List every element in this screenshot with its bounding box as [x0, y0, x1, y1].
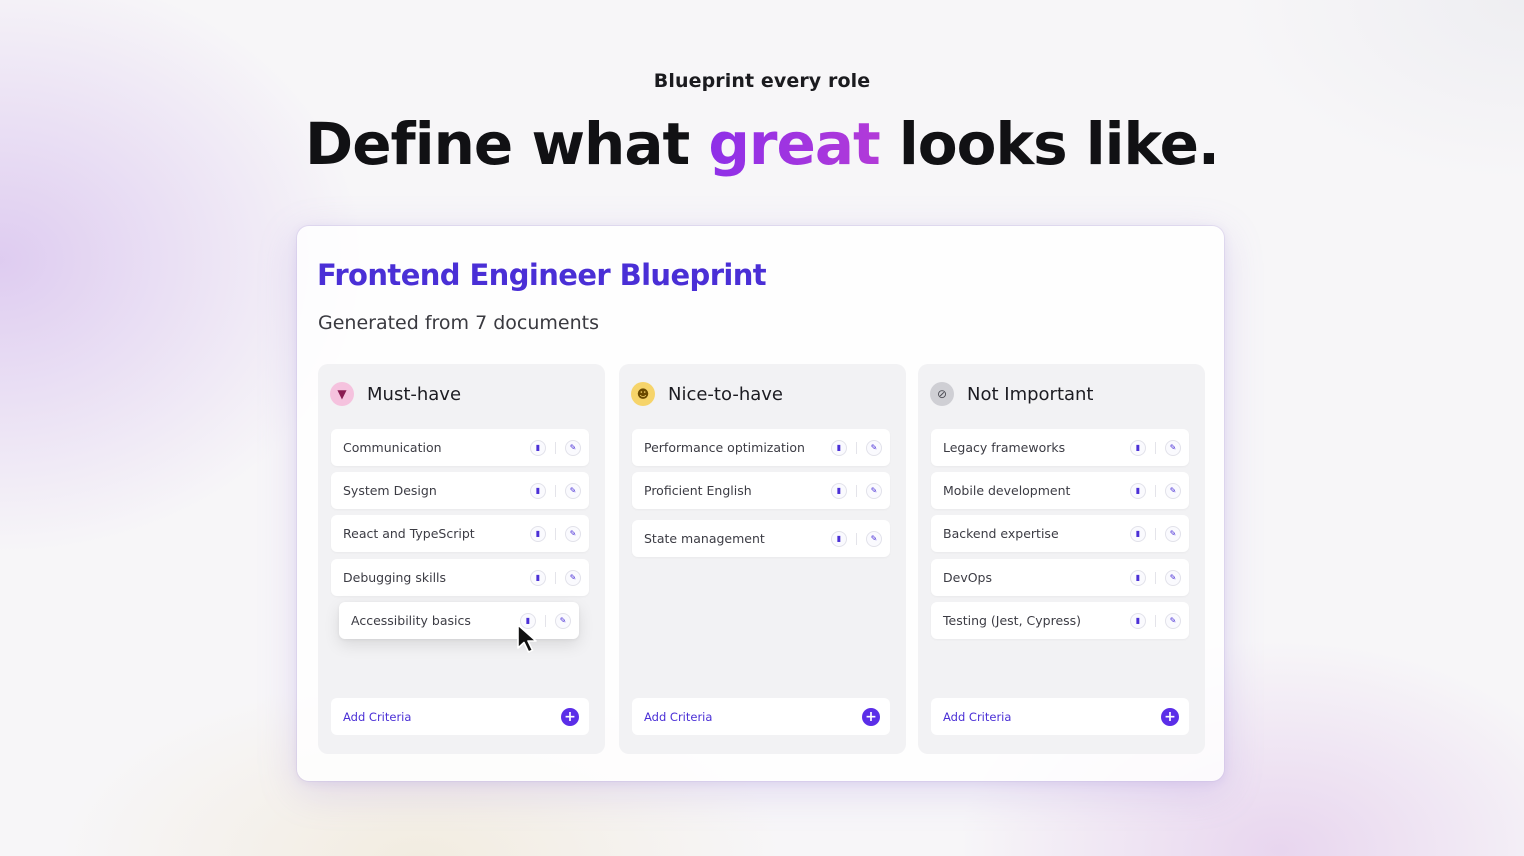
headline-start: Define what: [305, 110, 709, 178]
delete-icon[interactable]: ▮: [1130, 439, 1146, 456]
add-criteria-label: Add Criteria: [943, 709, 1012, 724]
criteria-label: React and TypeScript: [343, 526, 475, 541]
delete-icon[interactable]: ▮: [1130, 569, 1146, 586]
edit-icon[interactable]: ✎: [1165, 612, 1181, 629]
divider: [1155, 441, 1156, 454]
divider: [1155, 571, 1156, 584]
criteria-label: State management: [644, 531, 765, 546]
block-icon: ⊘: [930, 382, 954, 406]
delete-icon[interactable]: ▮: [831, 482, 847, 499]
divider: [555, 484, 556, 497]
edit-icon[interactable]: ✎: [866, 439, 882, 456]
criteria-label: Mobile development: [943, 483, 1071, 498]
edit-icon[interactable]: ✎: [555, 612, 571, 629]
delete-icon[interactable]: ▮: [1130, 525, 1146, 542]
blueprint-card: Frontend Engineer Blueprint Generated fr…: [297, 226, 1224, 781]
headline-end: looks like.: [879, 110, 1220, 178]
divider: [1155, 527, 1156, 540]
criteria-item[interactable]: React and TypeScript ▮ ✎: [331, 515, 589, 552]
hero-headline: Define what great looks like.: [0, 108, 1524, 180]
delete-icon[interactable]: ▮: [831, 530, 847, 547]
criteria-label: Proficient English: [644, 483, 752, 498]
edit-icon[interactable]: ✎: [1165, 482, 1181, 499]
criteria-item[interactable]: Mobile development ▮ ✎: [931, 472, 1189, 509]
column-title: Not Important: [967, 383, 1094, 405]
column-must-have: ▼ Must-have Communication ▮ ✎ System Desi…: [318, 364, 605, 754]
delete-icon[interactable]: ▮: [530, 439, 546, 456]
divider: [555, 527, 556, 540]
hero-eyebrow: Blueprint every role: [653, 70, 871, 92]
column-header: ☻ Nice-to-have: [631, 381, 783, 407]
criteria-label: DevOps: [943, 570, 992, 585]
divider: [555, 571, 556, 584]
plus-icon[interactable]: +: [862, 707, 880, 726]
column-header: ▼ Must-have: [330, 381, 461, 407]
delete-icon[interactable]: ▮: [530, 569, 546, 586]
edit-icon[interactable]: ✎: [565, 439, 581, 456]
divider: [1155, 484, 1156, 497]
smile-icon: ☻: [631, 382, 655, 406]
divider: [856, 532, 857, 545]
add-criteria-label: Add Criteria: [644, 709, 713, 724]
criteria-label: Legacy frameworks: [943, 440, 1066, 455]
add-criteria-button[interactable]: Add Criteria +: [632, 698, 890, 735]
plus-icon[interactable]: +: [1161, 707, 1179, 726]
criteria-item[interactable]: Debugging skills ▮ ✎: [331, 559, 589, 596]
criteria-label: Backend expertise: [943, 526, 1059, 541]
divider: [856, 441, 857, 454]
delete-icon[interactable]: ▮: [530, 525, 546, 542]
criteria-item[interactable]: System Design ▮ ✎: [331, 472, 589, 509]
divider: [545, 614, 546, 627]
edit-icon[interactable]: ✎: [866, 530, 882, 547]
criteria-item-dragging[interactable]: Accessibility basics ▮ ✎: [339, 602, 579, 639]
column-title: Must-have: [367, 383, 462, 405]
delete-icon[interactable]: ▮: [1130, 612, 1146, 629]
criteria-label: Testing (Jest, Cypress): [943, 613, 1082, 628]
trophy-icon: ▼: [330, 382, 354, 406]
criteria-item[interactable]: Legacy frameworks ▮ ✎: [931, 429, 1189, 466]
blueprint-subtitle: Generated from 7 documents: [318, 312, 599, 334]
divider: [856, 484, 857, 497]
edit-icon[interactable]: ✎: [1165, 569, 1181, 586]
criteria-item[interactable]: Testing (Jest, Cypress) ▮ ✎: [931, 602, 1189, 639]
criteria-label: Debugging skills: [343, 570, 447, 585]
edit-icon[interactable]: ✎: [565, 569, 581, 586]
criteria-item[interactable]: Proficient English ▮ ✎: [632, 472, 890, 509]
mouse-pointer-icon: [517, 624, 537, 653]
edit-icon[interactable]: ✎: [565, 525, 581, 542]
headline-accent-word: great: [708, 110, 880, 178]
divider: [1155, 614, 1156, 627]
column-title: Nice-to-have: [668, 383, 783, 405]
add-criteria-button[interactable]: Add Criteria +: [931, 698, 1189, 735]
criteria-label: Performance optimization: [644, 440, 805, 455]
delete-icon[interactable]: ▮: [530, 482, 546, 499]
add-criteria-label: Add Criteria: [343, 709, 412, 724]
criteria-item[interactable]: Communication ▮ ✎: [331, 429, 589, 466]
criteria-label: System Design: [343, 483, 437, 498]
edit-icon[interactable]: ✎: [565, 482, 581, 499]
add-criteria-button[interactable]: Add Criteria +: [331, 698, 589, 735]
column-header: ⊘ Not Important: [930, 381, 1094, 407]
delete-icon[interactable]: ▮: [1130, 482, 1146, 499]
criteria-item[interactable]: Backend expertise ▮ ✎: [931, 515, 1189, 552]
criteria-item[interactable]: Performance optimization ▮ ✎: [632, 429, 890, 466]
plus-icon[interactable]: +: [561, 707, 579, 726]
edit-icon[interactable]: ✎: [1165, 439, 1181, 456]
edit-icon[interactable]: ✎: [1165, 525, 1181, 542]
column-nice-to-have: ☻ Nice-to-have Performance optimization …: [619, 364, 906, 754]
column-not-important: ⊘ Not Important Legacy frameworks ▮ ✎ Mob…: [918, 364, 1205, 754]
criteria-label: Accessibility basics: [351, 613, 471, 628]
delete-icon[interactable]: ▮: [831, 439, 847, 456]
edit-icon[interactable]: ✎: [866, 482, 882, 499]
criteria-item[interactable]: State management ▮ ✎: [632, 520, 890, 557]
criteria-item[interactable]: DevOps ▮ ✎: [931, 559, 1189, 596]
divider: [555, 441, 556, 454]
blueprint-title: Frontend Engineer Blueprint: [317, 258, 767, 292]
criteria-label: Communication: [343, 440, 442, 455]
